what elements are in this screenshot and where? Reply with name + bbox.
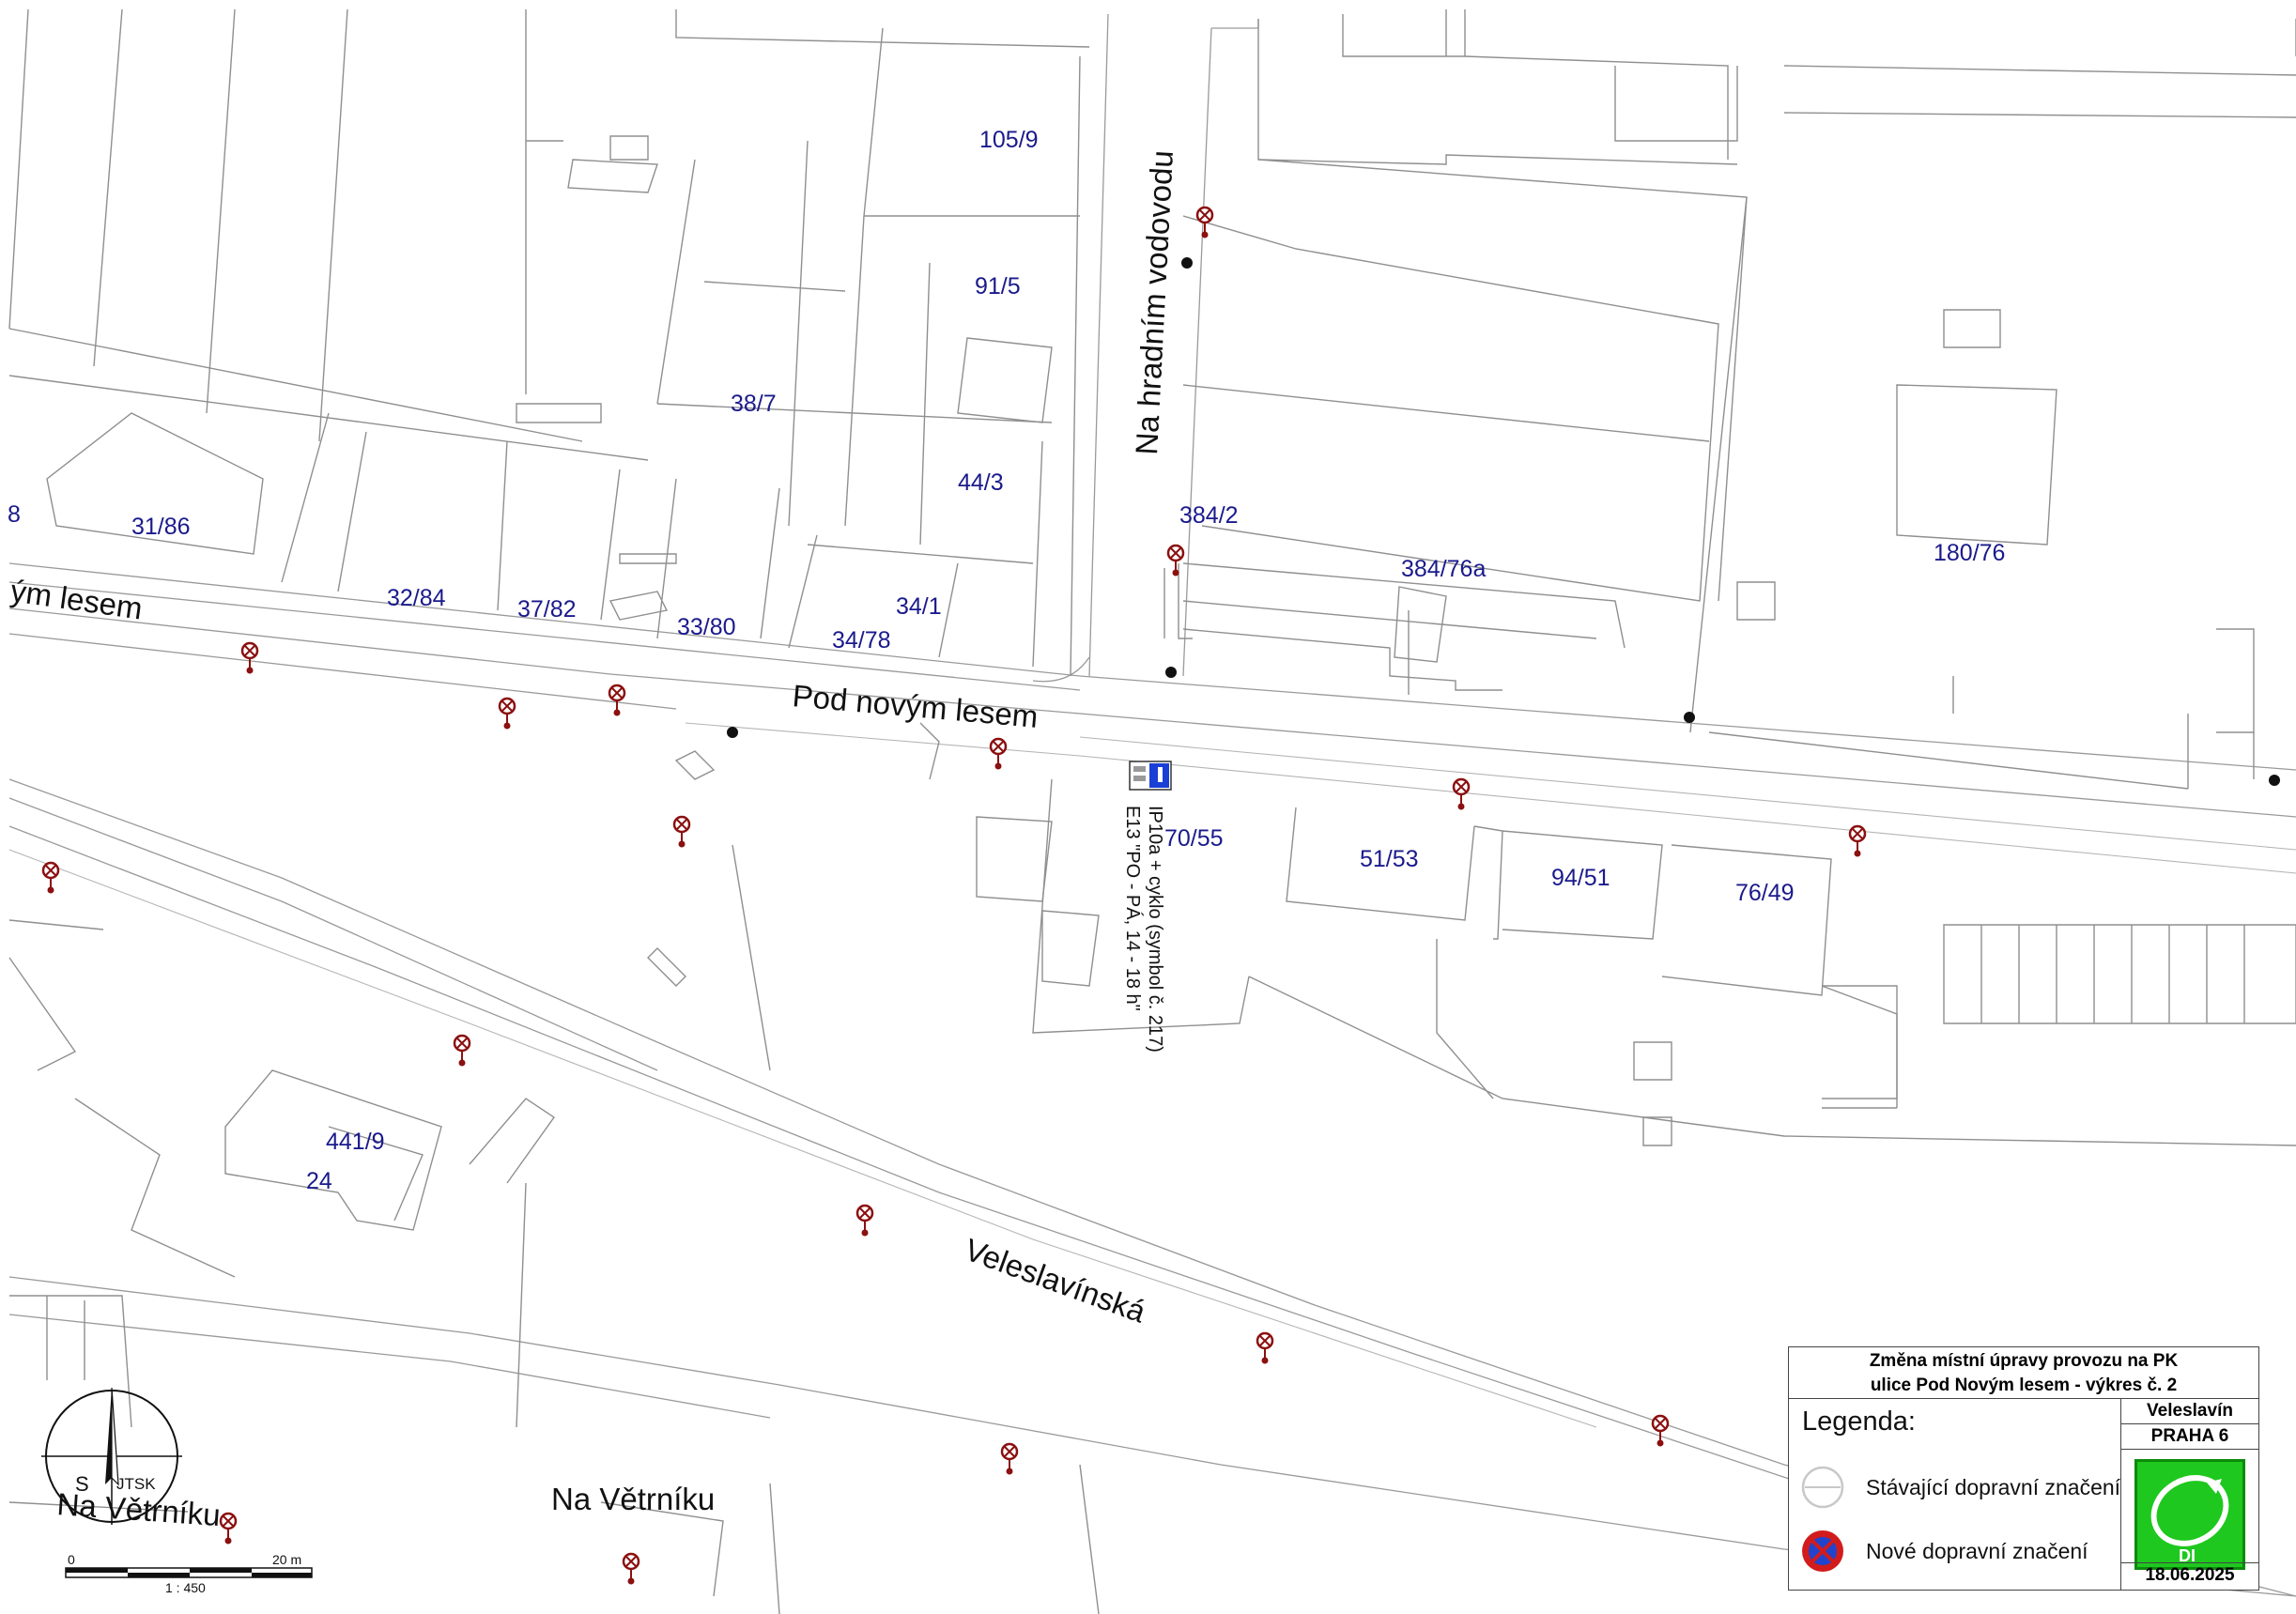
legend-title: Legenda: bbox=[1802, 1406, 1916, 1437]
survey-point bbox=[1165, 667, 1177, 678]
parcel-number: 32/84 bbox=[387, 585, 446, 611]
district-label: PRAHA 6 bbox=[2121, 1424, 2258, 1450]
parcel-number: 94/51 bbox=[1551, 865, 1610, 891]
scale-start-label: 0 bbox=[68, 1552, 75, 1567]
parcel-number: 105/9 bbox=[979, 127, 1039, 153]
parcel-number: 384/76a bbox=[1401, 556, 1486, 582]
legend-existing-label: Stávající dopravní značení bbox=[1866, 1474, 2121, 1499]
existing-sign-icon bbox=[1848, 824, 1867, 857]
scale-ratio-label: 1 : 450 bbox=[165, 1580, 206, 1595]
existing-sign-icon bbox=[498, 697, 516, 730]
existing-sign-icon bbox=[1166, 544, 1185, 576]
parcel-number: 44/3 bbox=[958, 469, 1004, 496]
parcel-number: 51/53 bbox=[1360, 846, 1419, 872]
north-arrow-system-label: JTSK bbox=[116, 1475, 156, 1493]
parcel-number: 180/76 bbox=[1934, 540, 2005, 566]
scale-bar: 0 20 m 1 : 450 bbox=[64, 1551, 317, 1598]
locality-label: Veleslavín bbox=[2121, 1399, 2258, 1424]
existing-sign-symbol-icon bbox=[1801, 1466, 1844, 1509]
drawing-date: 18.06.2025 bbox=[2121, 1562, 2258, 1588]
scale-end-label: 20 m bbox=[272, 1552, 301, 1567]
existing-sign-icon bbox=[1452, 777, 1471, 810]
survey-point bbox=[2269, 775, 2280, 786]
existing-sign-icon bbox=[41, 861, 60, 894]
existing-sign-icon bbox=[622, 1552, 640, 1585]
existing-sign-icon bbox=[219, 1512, 238, 1545]
parcel-number: 34/1 bbox=[896, 593, 942, 620]
survey-point bbox=[1684, 712, 1695, 723]
street-label: Na Větrníku bbox=[551, 1482, 715, 1516]
legend-row-new: Nové dopravní značení bbox=[1800, 1529, 2088, 1574]
street-label: Na hradním vodovodu bbox=[1129, 149, 1179, 455]
parcel-number: 37/82 bbox=[517, 596, 577, 623]
parcel-number: 24 bbox=[306, 1168, 332, 1194]
existing-sign-icon bbox=[989, 737, 1008, 770]
di-logo-icon: DI bbox=[2134, 1459, 2245, 1570]
existing-sign-icon bbox=[608, 684, 626, 716]
sign-annotation: IP10a + cyklo (symbol č. 217) E13 "PO - … bbox=[1122, 806, 1165, 1053]
street-label: Veleslavínská bbox=[961, 1232, 1151, 1330]
existing-sign-icon bbox=[855, 1204, 874, 1237]
new-sign-ip10a[interactable] bbox=[1129, 761, 1172, 791]
existing-signs bbox=[41, 206, 1867, 1585]
legend-row-existing: Stávající dopravní značení bbox=[1800, 1465, 2120, 1510]
existing-sign-icon bbox=[240, 641, 259, 674]
existing-sign-icon bbox=[453, 1034, 471, 1067]
parcel-number: 384/2 bbox=[1179, 502, 1239, 529]
parcel-labels: 105/9 91/5 38/7 44/3 384/2 384/76a 180/7… bbox=[8, 127, 2005, 1194]
parcel-number: 34/78 bbox=[832, 627, 891, 653]
parcel-number: 31/86 bbox=[131, 514, 191, 540]
parcel-number: 70/55 bbox=[1164, 825, 1224, 852]
parcel-number: 38/7 bbox=[731, 391, 777, 417]
existing-sign-icon bbox=[1256, 1331, 1274, 1364]
drawing-title-block: Změna místní úpravy provozu na PK ulice … bbox=[1788, 1346, 2259, 1399]
survey-point bbox=[1181, 257, 1193, 269]
new-sign-symbol-icon bbox=[1802, 1530, 1843, 1572]
parcel-number: 33/80 bbox=[677, 614, 736, 640]
existing-sign-icon bbox=[1000, 1442, 1019, 1475]
parcel-number: 8 bbox=[8, 501, 21, 528]
parcel-number: 76/49 bbox=[1735, 880, 1795, 906]
drawing-title-line2: ulice Pod Novým lesem - výkres č. 2 bbox=[1870, 1376, 2178, 1395]
north-arrow-south-label: S bbox=[75, 1472, 89, 1496]
survey-point bbox=[727, 727, 738, 738]
north-arrow: S JTSK bbox=[41, 1386, 182, 1527]
legend: Legenda: Stávající dopravní značení Nové… bbox=[1788, 1398, 2121, 1591]
street-labels: Pod novým lesem ým lesem Na hradním vodo… bbox=[8, 149, 1179, 1532]
sign-annotation-line: E13 "PO - PÁ, 14 - 18 h" bbox=[1122, 806, 1144, 1011]
street-label: Pod novým lesem bbox=[791, 678, 1040, 734]
existing-sign-icon bbox=[1195, 206, 1214, 238]
parcel-number: 441/9 bbox=[326, 1129, 385, 1155]
drawing-title-line1: Změna místní úpravy provozu na PK bbox=[1869, 1351, 2179, 1371]
street-label: ým lesem bbox=[8, 573, 145, 625]
legend-new-label: Nové dopravní značení bbox=[1866, 1538, 2088, 1563]
existing-sign-icon bbox=[1651, 1414, 1670, 1447]
sign-annotation-line: IP10a + cyklo (symbol č. 217) bbox=[1145, 806, 1165, 1053]
parcel-number: 91/5 bbox=[975, 273, 1021, 300]
location-info-block: Veleslavín PRAHA 6 DI 18.06.2025 bbox=[2120, 1398, 2259, 1591]
existing-sign-icon bbox=[672, 815, 691, 848]
